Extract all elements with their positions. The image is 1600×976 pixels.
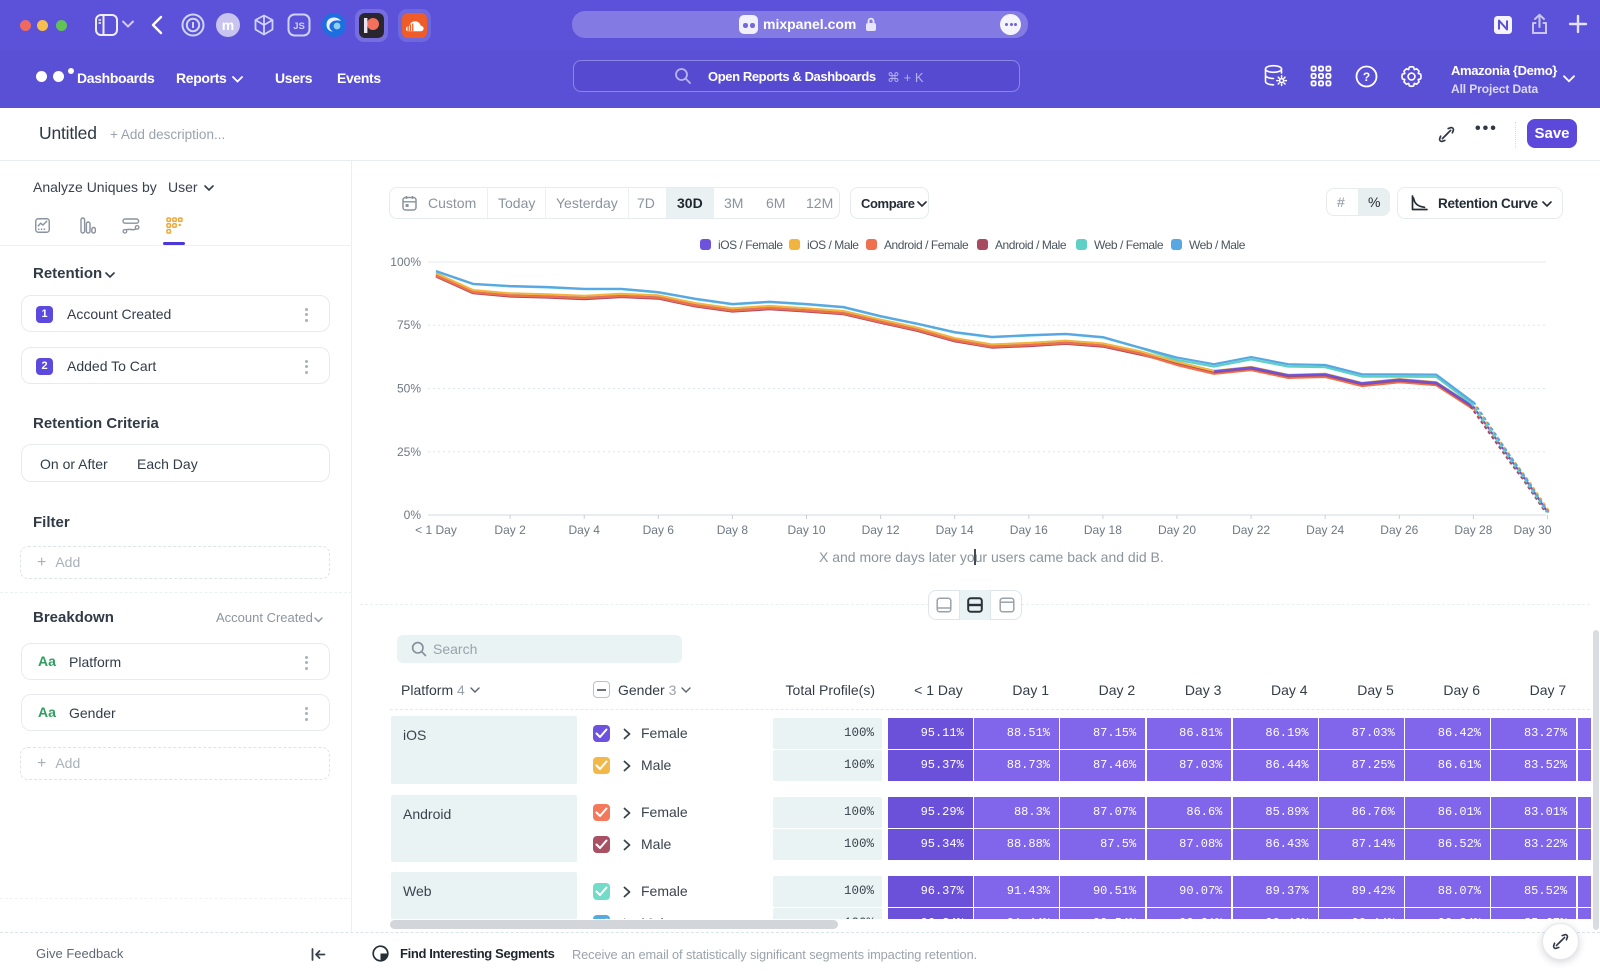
svg-text:Day 8: Day 8: [717, 523, 749, 537]
svg-text:75%: 75%: [397, 318, 421, 332]
svg-text:Day 28: Day 28: [1454, 523, 1492, 537]
svg-text:< 1 Day: < 1 Day: [415, 523, 457, 537]
svg-text:50%: 50%: [397, 382, 421, 396]
svg-text:25%: 25%: [397, 445, 421, 459]
svg-text:Day 10: Day 10: [787, 523, 825, 537]
svg-text:Day 22: Day 22: [1232, 523, 1270, 537]
svg-text:Day 24: Day 24: [1306, 523, 1344, 537]
svg-text:Day 26: Day 26: [1380, 523, 1418, 537]
svg-text:Day 16: Day 16: [1010, 523, 1048, 537]
svg-text:0%: 0%: [404, 508, 422, 522]
svg-text:Day 12: Day 12: [862, 523, 900, 537]
svg-text:Day 14: Day 14: [936, 523, 974, 537]
svg-text:Day 30: Day 30: [1513, 523, 1551, 537]
svg-text:Day 4: Day 4: [569, 523, 601, 537]
svg-text:?: ?: [1363, 70, 1370, 84]
svg-text:Day 6: Day 6: [643, 523, 675, 537]
svg-text:Day 18: Day 18: [1084, 523, 1122, 537]
svg-text:Day 20: Day 20: [1158, 523, 1196, 537]
svg-text:100%: 100%: [390, 255, 421, 269]
svg-text:Day 2: Day 2: [494, 523, 526, 537]
svg-text:JS: JS: [293, 21, 305, 32]
